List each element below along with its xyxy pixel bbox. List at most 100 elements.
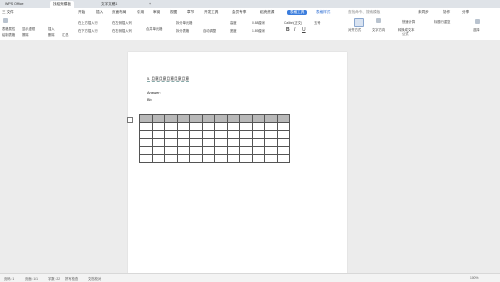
menu-insert[interactable]: 插入 (96, 10, 103, 15)
insert-column-right-button[interactable]: 在右侧插入列 (112, 28, 132, 33)
table-cell[interactable] (264, 130, 278, 139)
new-tab-button[interactable]: + (146, 1, 154, 8)
insert-button[interactable]: 插入 (48, 26, 55, 31)
sync-status[interactable]: 未同步 (418, 10, 429, 15)
table-row[interactable] (139, 114, 290, 123)
table-cell[interactable] (151, 122, 165, 131)
table-cell[interactable] (239, 122, 253, 131)
table-cell[interactable] (214, 114, 228, 123)
table-cell[interactable] (189, 130, 203, 139)
table-properties-button[interactable]: 表格属性 (2, 26, 15, 31)
draw-table-button[interactable]: 绘制表格 (2, 32, 15, 37)
table-cell[interactable] (176, 122, 190, 131)
table-cell[interactable] (176, 130, 190, 139)
menu-docer[interactable]: 稻壳资源 (260, 10, 274, 15)
table-row[interactable] (139, 138, 290, 147)
table-cell[interactable] (239, 146, 253, 155)
table-cell[interactable] (139, 138, 153, 147)
table-cell[interactable] (226, 130, 240, 139)
table-cell[interactable] (226, 122, 240, 131)
auto-fit-button[interactable]: 自动调整 (203, 28, 216, 33)
menu-table-style[interactable]: 表格样式 (316, 10, 330, 15)
table-cell[interactable] (176, 154, 190, 163)
table-cell[interactable] (251, 122, 265, 131)
table-cell[interactable] (239, 154, 253, 163)
repeat-header-button[interactable]: 标题行重复 (434, 19, 450, 24)
table-cell[interactable] (139, 130, 153, 139)
table-cell[interactable] (189, 114, 203, 123)
table-cell[interactable] (276, 154, 290, 163)
table-cell[interactable] (189, 138, 203, 147)
font-name-select[interactable]: Calibri(正文) (284, 20, 302, 25)
zoom-level[interactable]: 100% (470, 276, 478, 280)
table-cell[interactable] (226, 154, 240, 163)
table-cell[interactable] (276, 138, 290, 147)
menu-table-tools[interactable]: 表格工具 (287, 9, 308, 15)
search-input[interactable]: 查找命令、搜索模板 (348, 10, 380, 15)
table-cell[interactable] (214, 146, 228, 155)
table-cell[interactable] (189, 146, 203, 155)
table-cell[interactable] (201, 114, 215, 123)
table-cell[interactable] (201, 138, 215, 147)
table-cell[interactable] (264, 138, 278, 147)
merge-cells-button[interactable]: 合并单元格 (146, 26, 162, 31)
table-cell[interactable] (226, 114, 240, 123)
table-cell[interactable] (139, 122, 153, 131)
table-cell[interactable] (251, 146, 265, 155)
table-cell[interactable] (264, 122, 278, 131)
share-button[interactable]: 分享 (462, 10, 469, 15)
document-page[interactable] (128, 52, 347, 276)
table-cell[interactable] (264, 114, 278, 123)
menu-member[interactable]: 会员专享 (232, 10, 246, 15)
table-cell[interactable] (201, 122, 215, 131)
summary-button[interactable]: 汇总 (62, 32, 69, 37)
table-cell[interactable] (151, 114, 165, 123)
width-field[interactable]: 1.89厘米 (252, 28, 265, 33)
table-cell[interactable] (276, 114, 290, 123)
alignment-button[interactable]: 对齐方式 (348, 27, 361, 32)
menu-start[interactable]: 开始 (78, 10, 85, 15)
table-cell[interactable] (151, 130, 165, 139)
table-cell[interactable] (214, 130, 228, 139)
table-cell[interactable] (276, 146, 290, 155)
table-cell[interactable] (151, 154, 165, 163)
table-cell[interactable] (176, 138, 190, 147)
table-cell[interactable] (201, 146, 215, 155)
formula-button[interactable]: 公式 (402, 31, 409, 36)
collaborate-button[interactable]: 协作 (443, 10, 450, 15)
table-cell[interactable] (251, 138, 265, 147)
insert-column-left-button[interactable]: 在左侧插入列 (112, 20, 132, 25)
menu-developer[interactable]: 开发工具 (204, 10, 218, 15)
table-row[interactable] (139, 146, 290, 155)
underline-button[interactable]: U (302, 27, 306, 33)
eraser-button[interactable]: 擦除 (22, 32, 29, 37)
table-cell[interactable] (176, 146, 190, 155)
table-cell[interactable] (139, 154, 153, 163)
menu-layout[interactable]: 页面布局 (112, 10, 126, 15)
text-direction-button[interactable]: 文字方向 (372, 27, 385, 32)
table-cell[interactable] (189, 122, 203, 131)
table-cell[interactable] (264, 146, 278, 155)
select-button[interactable]: 选择 (473, 27, 480, 32)
table-cell[interactable] (214, 154, 228, 163)
table-cell[interactable] (214, 138, 228, 147)
table-cell[interactable] (164, 138, 178, 147)
document-line-1[interactable]: 5. 且意且意且意且意且意 (147, 77, 189, 82)
table-cell[interactable] (276, 130, 290, 139)
font-size-select[interactable]: 五号 (314, 20, 321, 25)
table-cell[interactable] (164, 114, 178, 123)
tab-document[interactable]: 文字文稿1 (98, 1, 120, 8)
table-cell[interactable] (239, 130, 253, 139)
table-cell[interactable] (151, 138, 165, 147)
table-move-handle-icon[interactable] (127, 117, 133, 123)
table-cell[interactable] (214, 122, 228, 131)
split-table-button[interactable]: 拆分表格 (176, 28, 189, 33)
table-row[interactable] (139, 154, 290, 163)
table-cell[interactable] (151, 146, 165, 155)
table-cell[interactable] (251, 154, 265, 163)
menu-view[interactable]: 视图 (170, 10, 177, 15)
table-cell[interactable] (251, 114, 265, 123)
table-cell[interactable] (226, 138, 240, 147)
italic-button[interactable]: I (294, 27, 295, 33)
table-row[interactable] (139, 122, 290, 131)
